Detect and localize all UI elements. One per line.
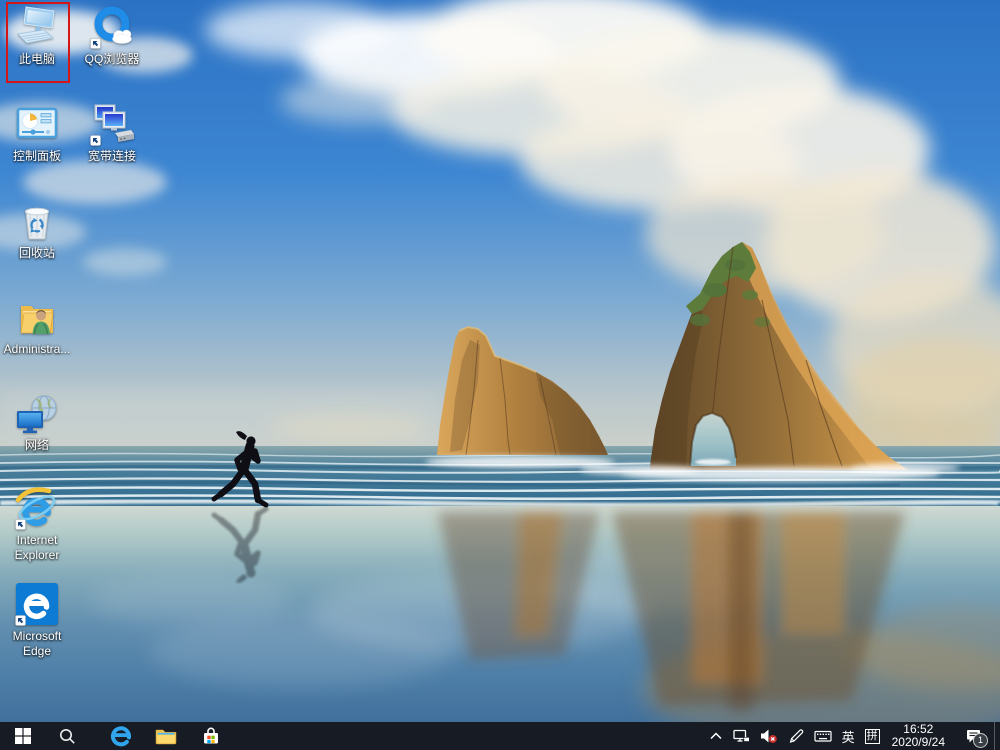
network-icon: [733, 728, 750, 744]
desktop-icon-label: QQ浏览器: [85, 52, 140, 67]
show-desktop-button[interactable]: [994, 722, 1000, 750]
desktop-icon-broadband[interactable]: 宽带连接: [76, 100, 148, 164]
touch-keyboard-button[interactable]: [809, 722, 837, 750]
desktop-icon-label: 网络: [25, 438, 49, 453]
desktop-wallpaper: [0, 0, 1000, 722]
desktop-icon-this-pc[interactable]: 此电脑: [1, 3, 73, 67]
taskbar-clock[interactable]: 16:52 2020/9/24: [885, 722, 952, 750]
desktop-icon-microsoft-edge[interactable]: Microsoft Edge: [1, 580, 73, 659]
microsoft-edge-icon: [13, 580, 61, 628]
desktop-icon-internet-explorer[interactable]: Internet Explorer: [1, 484, 73, 563]
chevron-up-icon: [709, 729, 723, 743]
input-language-label: 英: [842, 727, 855, 746]
desktop-icon-label: 回收站: [19, 246, 55, 261]
desktop-icon-control-panel[interactable]: 控制面板: [1, 100, 73, 164]
pen-icon: [788, 728, 804, 744]
notification-badge: 1: [973, 733, 988, 748]
windows-logo-icon: [15, 728, 31, 744]
shortcut-arrow-icon: [15, 615, 26, 626]
desktop-icon-recycle-bin[interactable]: 回收站: [1, 197, 73, 261]
taskbar-store-button[interactable]: [188, 722, 233, 750]
taskbar: 英 拼 16:52 2020/9/24 1: [0, 722, 1000, 750]
desktop-icon-label: 宽带连接: [88, 149, 136, 164]
qq-browser-icon: [88, 3, 136, 51]
shortcut-arrow-icon: [90, 135, 101, 146]
microsoft-store-icon: [201, 726, 221, 746]
user-folder-icon: [13, 293, 61, 341]
desktop-icon-label: Microsoft Edge: [1, 629, 73, 659]
clock-date: 2020/9/24: [892, 736, 945, 749]
volume-muted-icon: [760, 728, 778, 744]
network-icon: [13, 389, 61, 437]
system-tray: 英 拼 16:52 2020/9/24 1: [704, 722, 1000, 750]
windows-desktop: 此电脑 QQ浏览器: [0, 0, 1000, 750]
search-icon: [59, 728, 76, 745]
desktop-icon-network[interactable]: 网络: [1, 389, 73, 453]
desktop-icon-qq-browser[interactable]: QQ浏览器: [76, 3, 148, 67]
broadband-connection-icon: [88, 100, 136, 148]
network-tray-button[interactable]: [728, 722, 755, 750]
search-button[interactable]: [45, 722, 90, 750]
internet-explorer-icon: [13, 484, 61, 532]
taskbar-file-explorer-button[interactable]: [143, 722, 188, 750]
input-language-indicator[interactable]: 英: [837, 722, 860, 750]
ime-mode-label: 拼: [865, 729, 880, 744]
windows-ink-button[interactable]: [783, 722, 809, 750]
taskbar-edge-button[interactable]: [98, 722, 143, 750]
ime-mode-indicator[interactable]: 拼: [860, 722, 885, 750]
action-center-button[interactable]: 1: [952, 722, 994, 750]
desktop-icon-label: 控制面板: [13, 149, 61, 164]
file-explorer-icon: [155, 727, 177, 745]
recycle-bin-icon: [13, 197, 61, 245]
this-pc-icon: [13, 3, 61, 51]
keyboard-icon: [814, 728, 832, 744]
shortcut-arrow-icon: [90, 38, 101, 49]
desktop-icon-user-folder[interactable]: Administra...: [1, 293, 73, 357]
desktop-icon-label: Internet Explorer: [1, 533, 73, 563]
volume-muted-button[interactable]: [755, 722, 783, 750]
microsoft-edge-icon: [110, 725, 132, 747]
hidden-icons-chevron-button[interactable]: [704, 722, 728, 750]
desktop-icon-label: 此电脑: [19, 52, 55, 67]
control-panel-icon: [13, 100, 61, 148]
shortcut-arrow-icon: [15, 519, 26, 530]
start-button[interactable]: [0, 722, 45, 750]
desktop-icon-label: Administra...: [4, 342, 71, 357]
